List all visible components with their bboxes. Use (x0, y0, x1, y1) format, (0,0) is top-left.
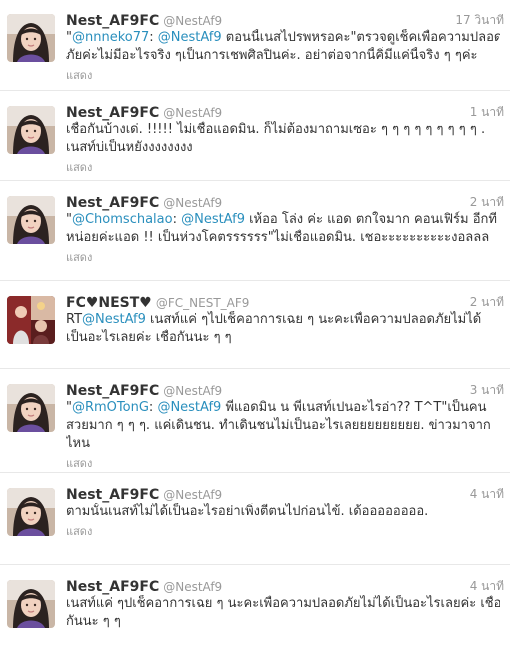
tweet-divider (0, 180, 510, 181)
tweet-header: Nest_AF9FC @NestAf9 3 นาที (66, 380, 504, 400)
tweet-text-line: "@Chomschalao: @NestAf9 เห้ออ โล่ง ค่ะ แ… (66, 211, 500, 229)
tweet-text-segment: ตอนนี้เนสไปรพหรอคะ"ตรวจดูเช็คเพื่อความปล… (221, 30, 500, 45)
mention-link[interactable]: @nnneko77 (72, 30, 149, 45)
user-name[interactable]: FC♥NEST♥ (66, 295, 152, 311)
tweet-timestamp[interactable]: 2 นาที (470, 293, 504, 312)
tweet-text-segment: : (149, 30, 158, 45)
tweet-item[interactable]: Nest_AF9FC @NestAf9 4 นาที เนสท์แค่ ๆปเช็คอ… (0, 566, 510, 656)
expand-link[interactable]: แสดง (66, 522, 92, 540)
tweet-text-segment: ภัยค่ะไม่มีอะไรจริง ๆเป็นการเชพศิลปินค่ะ… (66, 48, 478, 63)
tweet-text-segment: ไหน (66, 436, 90, 451)
avatar-portrait-image[interactable] (7, 196, 55, 244)
tweet-text-line: ภัยค่ะไม่มีอะไรจริง ๆเป็นการเชพศิลปินค่ะ… (66, 47, 500, 65)
tweet-text-line: ตามนั้นเนสท์ไม่ได้เป็นอะไรอย่าเพิ่งตีตนไ… (66, 503, 500, 521)
user-handle[interactable]: @NestAf9 (163, 580, 222, 594)
tweet-text-line: RT@NestAf9 เนสท์แค่ ๆไปเช็คอาการเฉย ๆ นะ… (66, 311, 500, 329)
mention-link[interactable]: @RmOTonG (72, 400, 149, 415)
avatar-portrait-image[interactable] (7, 14, 55, 62)
tweet-item[interactable]: Nest_AF9FC @NestAf9 3 นาที "@RmOTonG: @Nest… (0, 370, 510, 470)
tweet-divider (0, 472, 510, 473)
tweet-header: Nest_AF9FC @NestAf9 2 นาที (66, 192, 504, 212)
tweet-text-segment: พี่แอดมิน น พี่เนสท์เปนอะไรอ่า?? T^T"เป็… (221, 400, 487, 415)
avatar-portrait-image[interactable] (7, 488, 55, 536)
tweet-timeline: Nest_AF9FC @NestAf9 17 วินาที "@nnneko77: @… (0, 0, 510, 629)
tweet-timestamp[interactable]: 1 นาที (470, 103, 504, 122)
tweet-text-segment: เห้ออ โล่ง ค่ะ แอด ตกใจมาก คอนเฟิร์ม อีก… (244, 212, 497, 227)
user-name[interactable]: Nest_AF9FC (66, 487, 159, 503)
expand-link[interactable]: แสดง (66, 66, 92, 84)
tweet-item[interactable]: Nest_AF9FC @NestAf9 1 นาที เชื่อกันบ้างเด่.… (0, 92, 510, 182)
mention-link[interactable]: @NestAf9 (157, 400, 221, 415)
tweet-divider (0, 564, 510, 565)
tweet-text-segment: เนสท์แค่ ๆปเช็คอาการเฉย ๆ นะคะเพื่อความป… (66, 596, 500, 611)
tweet-text-segment: เนสท์แค่ ๆไปเช็คอาการเฉย ๆ นะคะเพื่อความ… (145, 312, 482, 327)
tweet-header: Nest_AF9FC @NestAf9 1 นาที (66, 102, 504, 122)
tweet-text-line: "@nnneko77: @NestAf9 ตอนนี้เนสไปรพหรอคะ"… (66, 29, 500, 47)
tweet-text-segment: เชื่อกันบ้างเด่. !!!!! ไม่เชื่อแอดมิน. ก… (66, 122, 486, 137)
tweet-header: Nest_AF9FC @NestAf9 4 นาที (66, 484, 504, 504)
tweet-text-line: เป็นอะไรเลยค่ะ เชื่อกันนะ ๆ ๆ (66, 329, 500, 347)
user-name[interactable]: Nest_AF9FC (66, 105, 159, 121)
avatar-portrait-image[interactable] (7, 384, 55, 432)
tweet-text-segment: เป็นอะไรเลยค่ะ เชื่อกันนะ ๆ ๆ (66, 330, 232, 345)
tweet-divider (0, 90, 510, 91)
tweet-text-segment: กันนะ ๆ ๆ (66, 614, 121, 629)
tweet-item[interactable]: Nest_AF9FC @NestAf9 17 วินาที "@nnneko77: @… (0, 0, 510, 90)
tweet-text-line: กันนะ ๆ ๆ (66, 613, 500, 631)
tweet-text-line: สวยมาก ๆ ๆ ๆ. แค่เดินชน. ทำเดินชนไม่เป็น… (66, 417, 500, 435)
tweet-timestamp[interactable]: 4 นาที (470, 485, 504, 504)
tweet-text-line: หน่อยค่ะแอด !! เป็นห่วงโคตรรรรรร"ไม่เชื่… (66, 229, 500, 247)
tweet-timestamp[interactable]: 3 นาที (470, 381, 504, 400)
user-name[interactable]: Nest_AF9FC (66, 13, 159, 29)
tweet-header: Nest_AF9FC @NestAf9 17 วินาที (66, 10, 504, 30)
user-handle[interactable]: @NestAf9 (163, 106, 222, 120)
mention-link[interactable]: @NestAf9 (82, 312, 146, 327)
avatar-portrait-image[interactable] (7, 580, 55, 628)
tweet-text-segment: RT (66, 312, 83, 327)
user-handle[interactable]: @NestAf9 (163, 384, 222, 398)
tweet-timestamp[interactable]: 2 นาที (470, 193, 504, 212)
mention-link[interactable]: @Chomschalao (72, 212, 173, 227)
tweet-text-line: เนสท์แค่ ๆปเช็คอาการเฉย ๆ นะคะเพื่อความป… (66, 595, 500, 613)
tweet-text-line: ไหน (66, 435, 500, 453)
tweet-text-line: เชื่อกันบ้างเด่. !!!!! ไม่เชื่อแอดมิน. ก… (66, 121, 500, 139)
avatar-fc-image[interactable] (7, 296, 55, 344)
tweet-item[interactable]: Nest_AF9FC @NestAf9 4 นาทีตามนั้นเนสท์ไม่ไ… (0, 474, 510, 564)
tweet-divider (0, 368, 510, 369)
tweet-text-segment: เนสท์บ่เป็นหยังงงงงงงง (66, 140, 193, 155)
user-name[interactable]: Nest_AF9FC (66, 383, 159, 399)
tweet-item[interactable]: FC♥NEST♥ @FC_NEST_AF9 2 นาที RT@NestAf9 เนส… (0, 282, 510, 372)
tweet-text-segment: สวยมาก ๆ ๆ ๆ. แค่เดินชน. ทำเดินชนไม่เป็น… (66, 418, 491, 433)
user-name[interactable]: Nest_AF9FC (66, 195, 159, 211)
mention-link[interactable]: @NestAf9 (158, 30, 222, 45)
tweet-timestamp[interactable]: 17 วินาที (455, 11, 504, 30)
user-name[interactable]: Nest_AF9FC (66, 579, 159, 595)
tweet-header: FC♥NEST♥ @FC_NEST_AF9 2 นาที (66, 292, 504, 312)
tweet-text-line: "@RmOTonG: @NestAf9 พี่แอดมิน น พี่เนสท์… (66, 399, 500, 417)
user-handle[interactable]: @NestAf9 (163, 196, 222, 210)
user-handle[interactable]: @NestAf9 (163, 488, 222, 502)
tweet-divider (0, 280, 510, 281)
tweet-text-segment: หน่อยค่ะแอด !! เป็นห่วงโคตรรรรรร"ไม่เชื่… (66, 230, 490, 245)
tweet-timestamp[interactable]: 4 นาที (470, 577, 504, 596)
tweet-header: Nest_AF9FC @NestAf9 4 นาที (66, 576, 504, 596)
expand-link[interactable]: แสดง (66, 248, 92, 266)
tweet-text-segment: : (172, 212, 182, 227)
mention-link[interactable]: @NestAf9 (181, 212, 245, 227)
user-handle[interactable]: @NestAf9 (163, 14, 222, 28)
tweet-text-segment: ตามนั้นเนสท์ไม่ได้เป็นอะไรอย่าเพิ่งตีตนไ… (66, 504, 429, 519)
tweet-text-line: เนสท์บ่เป็นหยังงงงงงงง (66, 139, 500, 157)
user-handle[interactable]: @FC_NEST_AF9 (156, 296, 250, 310)
tweet-item[interactable]: Nest_AF9FC @NestAf9 2 นาที "@Chomschalao: @… (0, 182, 510, 272)
expand-link[interactable]: แสดง (66, 158, 92, 176)
expand-link[interactable]: แสดง (66, 454, 92, 472)
avatar-portrait-image[interactable] (7, 106, 55, 154)
